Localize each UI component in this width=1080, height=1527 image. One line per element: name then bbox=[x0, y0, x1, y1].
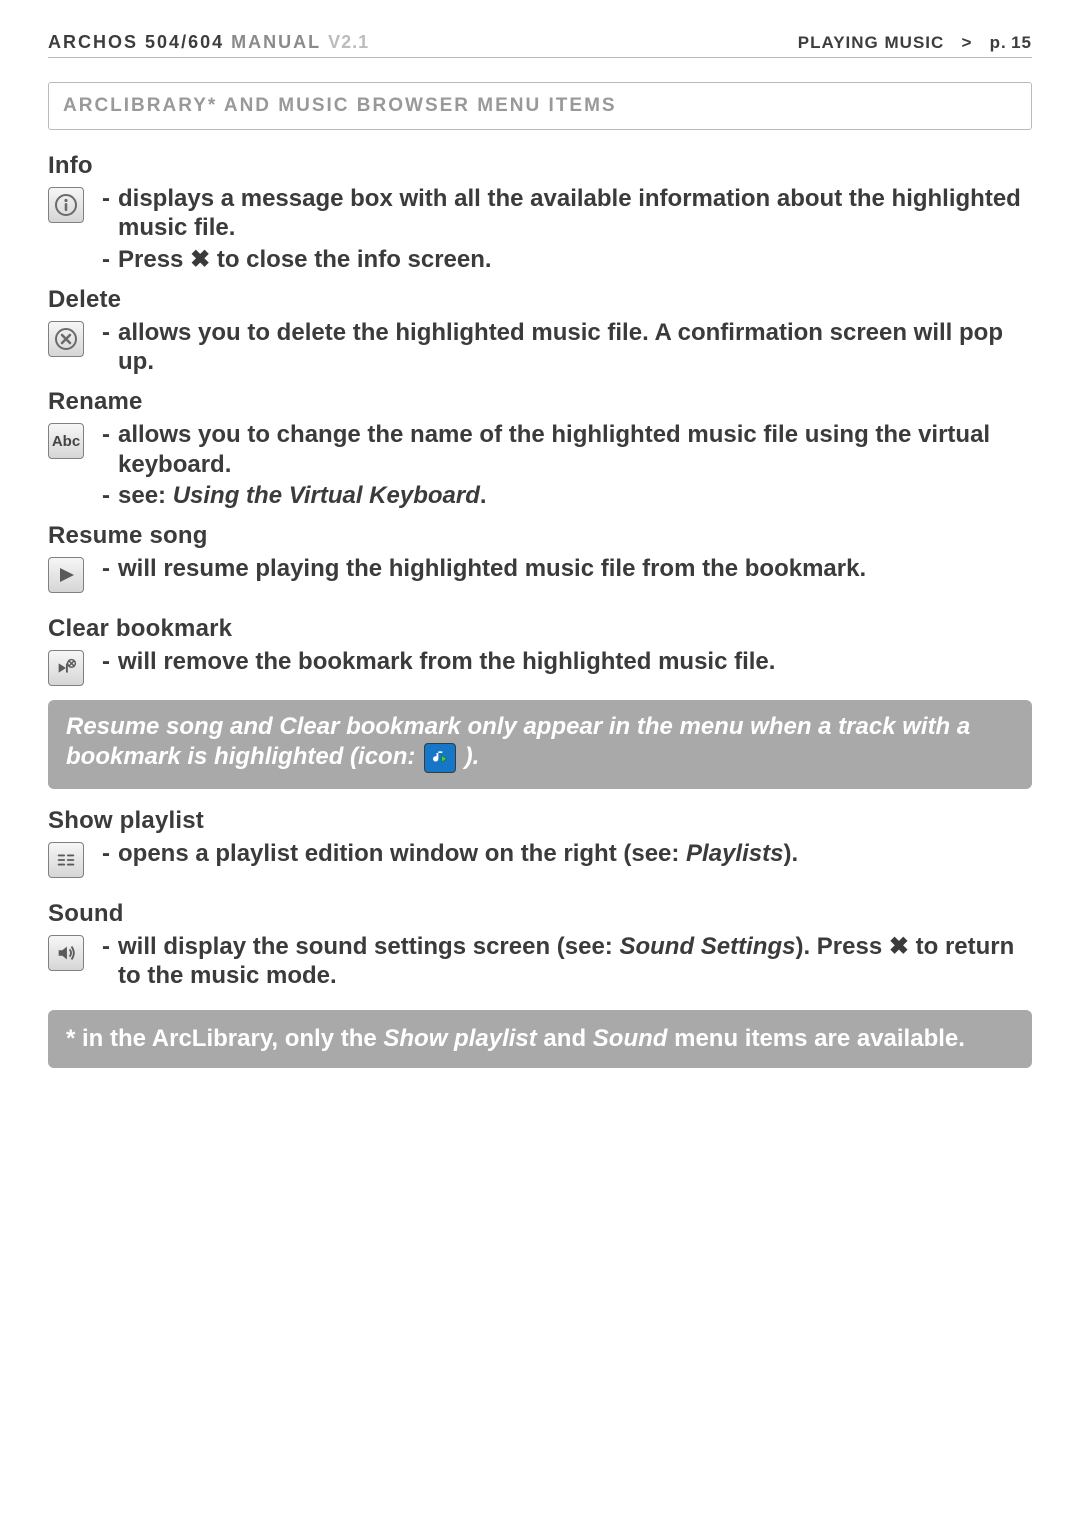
menu-item-info: Info displays a message box with all the… bbox=[48, 152, 1032, 276]
playlist-icon bbox=[48, 842, 84, 878]
version: V2.1 bbox=[328, 32, 369, 52]
page-header: ARCHOS 504/604 MANUAL V2.1 PLAYING MUSIC… bbox=[48, 32, 1032, 58]
clear-bookmark-icon bbox=[48, 650, 84, 686]
menu-item-rename: Rename allows you to change the name of … bbox=[48, 388, 1032, 512]
content: Info displays a message box with all the… bbox=[48, 152, 1032, 1068]
menu-item-resume-song: Resume song will resume playing the high… bbox=[48, 522, 1032, 593]
manual-label: MANUAL bbox=[231, 32, 321, 52]
menu-item-label: Info bbox=[48, 152, 1032, 180]
note-arclibrary: * in the ArcLibrary, only the Show playl… bbox=[48, 1010, 1032, 1068]
bullet: Press ✖ to close the info screen. bbox=[96, 245, 1032, 274]
x-icon: ✖ bbox=[889, 933, 909, 960]
menu-item-label: Rename bbox=[48, 388, 1032, 416]
note-bookmark-items: Resume song and Clear bookmark only appe… bbox=[48, 700, 1032, 789]
page-number: p. 15 bbox=[990, 33, 1032, 52]
bullet: opens a playlist edition window on the r… bbox=[96, 839, 1032, 868]
bullet: will display the sound settings screen (… bbox=[96, 932, 1032, 991]
menu-item-sound: Sound will display the sound settings sc… bbox=[48, 900, 1032, 993]
bullet: will resume playing the highlighted musi… bbox=[96, 554, 1032, 583]
bullet: allows you to delete the highlighted mus… bbox=[96, 318, 1032, 377]
delete-icon bbox=[48, 321, 84, 357]
menu-item-label: Delete bbox=[48, 286, 1032, 314]
menu-item-label: Show playlist bbox=[48, 807, 1032, 835]
menu-item-label: Clear bookmark bbox=[48, 615, 1032, 643]
chevron-right-icon: > bbox=[961, 33, 972, 52]
bullet: see: Using the Virtual Keyboard. bbox=[96, 481, 1032, 510]
bullet: allows you to change the name of the hig… bbox=[96, 420, 1032, 479]
bookmarked-track-icon bbox=[424, 743, 456, 773]
menu-item-delete: Delete allows you to delete the highligh… bbox=[48, 286, 1032, 379]
menu-item-label: Resume song bbox=[48, 522, 1032, 550]
model: 504/604 bbox=[145, 32, 224, 52]
info-icon bbox=[48, 187, 84, 223]
header-right: PLAYING MUSIC > p. 15 bbox=[798, 33, 1032, 53]
menu-item-show-playlist: Show playlist opens a playlist edition w… bbox=[48, 807, 1032, 878]
bullet: will remove the bookmark from the highli… bbox=[96, 647, 1032, 676]
bullet: displays a message box with all the avai… bbox=[96, 184, 1032, 243]
menu-item-clear-bookmark: Clear bookmark will remove the bookmark … bbox=[48, 615, 1032, 686]
rename-icon bbox=[48, 423, 84, 459]
header-left: ARCHOS 504/604 MANUAL V2.1 bbox=[48, 32, 369, 53]
x-icon: ✖ bbox=[190, 246, 210, 273]
section-name: PLAYING MUSIC bbox=[798, 33, 945, 52]
section-title: ARCLIBRARY* AND MUSIC BROWSER MENU ITEMS bbox=[48, 82, 1032, 130]
menu-item-label: Sound bbox=[48, 900, 1032, 928]
play-icon bbox=[48, 557, 84, 593]
brand: ARCHOS bbox=[48, 32, 138, 52]
sound-icon bbox=[48, 935, 84, 971]
